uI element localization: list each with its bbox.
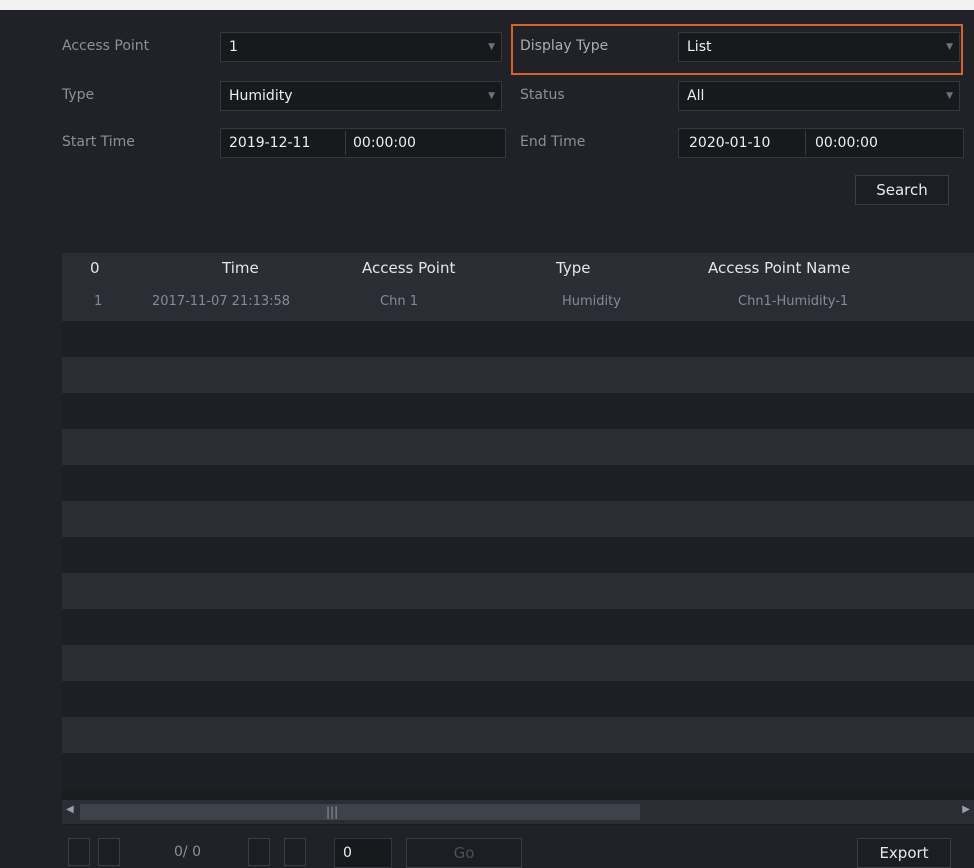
- go-button[interactable]: Go: [406, 838, 522, 868]
- grip-icon: |||: [326, 805, 339, 819]
- status-label: Status: [520, 87, 565, 103]
- next-page-button[interactable]: [248, 838, 270, 866]
- cell-index: 1: [94, 294, 103, 309]
- table-row-empty: [62, 681, 974, 717]
- table-row-empty: [62, 501, 974, 537]
- table-row-empty: [62, 537, 974, 573]
- type-label: Type: [62, 87, 95, 103]
- table-row-empty: [62, 465, 974, 501]
- scroll-right-icon[interactable]: ▶: [962, 804, 970, 815]
- cell-time: 2017-11-07 21:13:58: [152, 294, 291, 309]
- divider: [805, 131, 806, 155]
- status-select[interactable]: All ▼: [678, 81, 960, 111]
- last-page-button[interactable]: [284, 838, 306, 866]
- chevron-down-icon: ▼: [488, 91, 495, 101]
- type-select[interactable]: Humidity ▼: [220, 81, 502, 111]
- cell-name: Chn1-Humidity-1: [738, 294, 849, 309]
- type-value: Humidity: [229, 88, 293, 104]
- start-date-value: 2019-12-11: [229, 135, 311, 151]
- access-point-value: 1: [229, 39, 238, 55]
- table-row-empty: [62, 753, 974, 789]
- table-row-empty: [62, 717, 974, 753]
- status-value: All: [687, 88, 705, 104]
- access-point-label: Access Point: [62, 38, 150, 54]
- access-point-select[interactable]: 1 ▼: [220, 32, 502, 62]
- cell-access-point: Chn 1: [380, 294, 418, 309]
- table-row-empty: [62, 645, 974, 681]
- page-number-input[interactable]: 0: [334, 838, 392, 868]
- page-info: 0/ 0: [174, 844, 201, 860]
- start-time-value: 00:00:00: [353, 135, 416, 151]
- end-time-value: 00:00:00: [815, 135, 878, 151]
- table-header: 0 Time Access Point Type Access Point Na…: [62, 253, 974, 285]
- table-row-empty: [62, 429, 974, 465]
- display-type-highlight: [511, 24, 963, 75]
- sensor-log-panel: Access Point 1 ▼ Display Type List ▼ Typ…: [0, 0, 974, 868]
- table-row-empty: [62, 321, 974, 357]
- top-border: [0, 0, 974, 10]
- end-date-value: 2020-01-10: [689, 135, 771, 151]
- column-header-access-point-name: Access Point Name: [708, 259, 851, 277]
- chevron-down-icon: ▼: [488, 42, 495, 52]
- table-row-empty: [62, 357, 974, 393]
- divider: [345, 131, 346, 155]
- end-time-input[interactable]: 2020-01-10 00:00:00: [678, 128, 964, 158]
- search-button[interactable]: Search: [855, 175, 949, 205]
- cell-type: Humidity: [562, 294, 621, 309]
- horizontal-scrollbar[interactable]: ◀ ||| ▶: [62, 800, 974, 824]
- table-row-empty: [62, 393, 974, 429]
- export-button[interactable]: Export: [857, 838, 951, 868]
- column-header-time: Time: [222, 259, 259, 277]
- scrollbar-thumb[interactable]: |||: [80, 804, 640, 820]
- table-row-empty: [62, 609, 974, 645]
- table-row[interactable]: 1 2017-11-07 21:13:58 Chn 1 Humidity Chn…: [62, 285, 974, 321]
- column-header-access-point: Access Point: [362, 259, 456, 277]
- scroll-left-icon[interactable]: ◀: [66, 804, 74, 815]
- column-header-type: Type: [556, 259, 591, 277]
- start-time-input[interactable]: 2019-12-11 00:00:00: [220, 128, 506, 158]
- results-table: 0 Time Access Point Type Access Point Na…: [62, 253, 974, 825]
- prev-page-button[interactable]: [98, 838, 120, 866]
- end-time-label: End Time: [520, 134, 586, 150]
- chevron-down-icon: ▼: [946, 91, 953, 101]
- first-page-button[interactable]: [68, 838, 90, 866]
- table-row-empty: [62, 573, 974, 609]
- column-header-index: 0: [90, 259, 100, 277]
- start-time-label: Start Time: [62, 134, 135, 150]
